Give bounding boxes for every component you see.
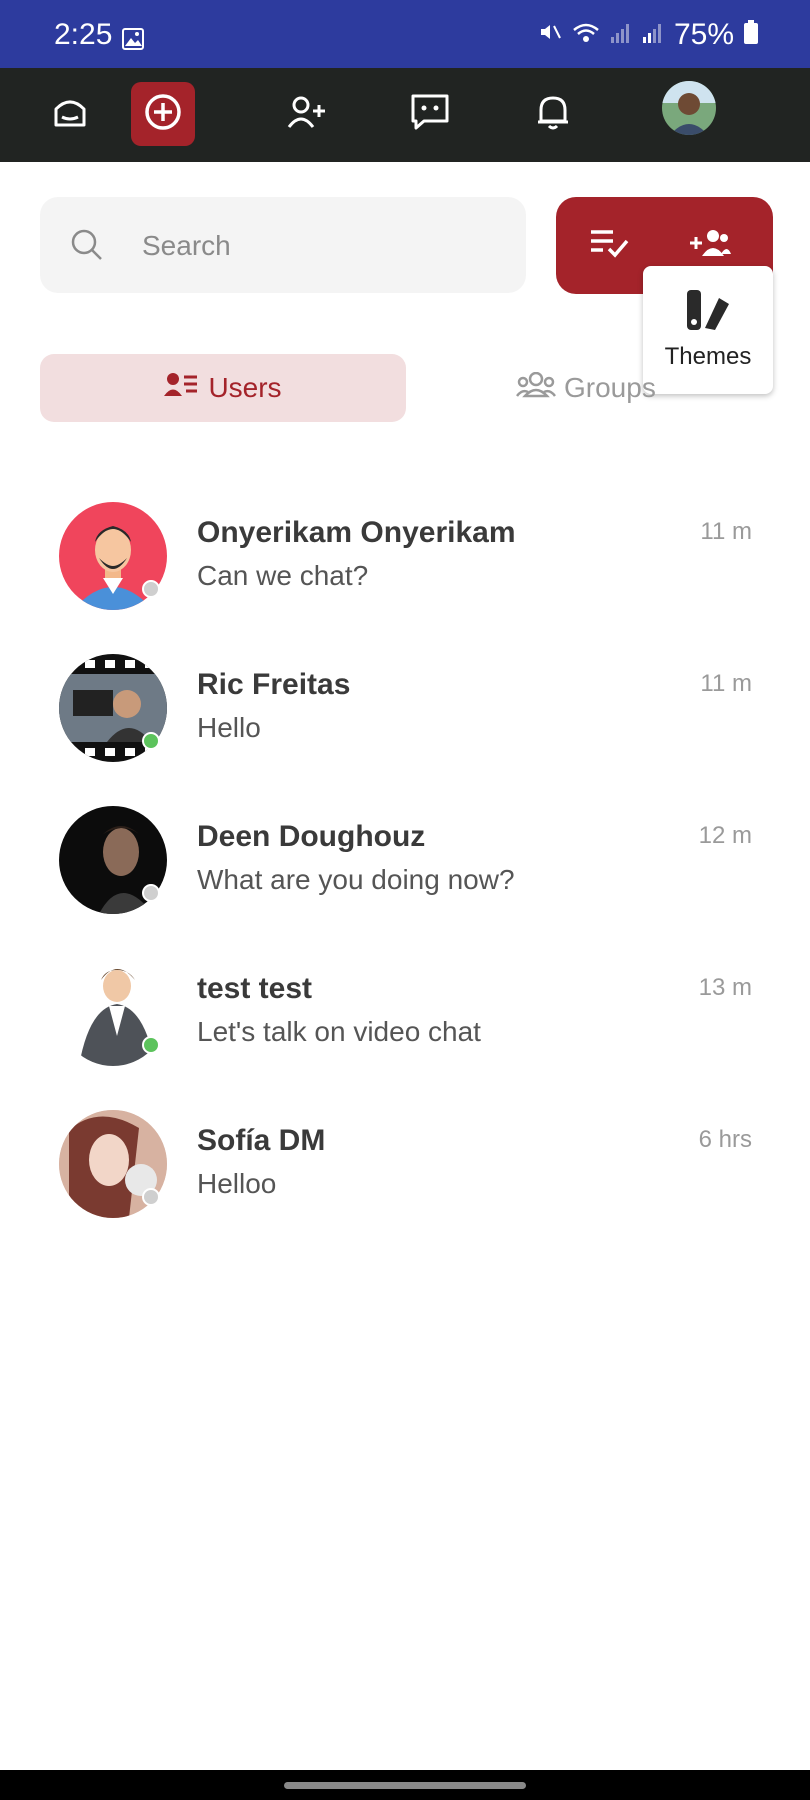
nav-add-user-button[interactable] [275,82,339,146]
profile-avatar[interactable] [662,81,716,135]
chat-time: 6 hrs [698,1126,752,1153]
tab-groups[interactable]: Groups [515,354,656,422]
chat-name: Onyerikam Onyerikam [197,516,516,549]
chat-item[interactable]: Sofía DM Helloo 6 hrs [0,1110,810,1250]
status-indicators: 75% [538,18,758,52]
bell-icon [535,93,571,136]
groups-icon [515,371,557,405]
search-icon [70,228,104,267]
checklist-icon [589,228,631,263]
chat-time: 12 m [698,822,752,849]
chat-item[interactable]: test test Let's talk on video chat 13 m [0,958,810,1098]
chat-name: Sofía DM [197,1124,326,1157]
home-indicator[interactable] [284,1782,526,1789]
themes-label: Themes [664,343,752,370]
create-group-button[interactable] [688,225,732,265]
add-group-icon [689,228,731,263]
battery-level: 75% [673,18,734,51]
battery-icon [744,18,758,52]
status-bar: 2:25 75% [0,0,810,68]
chat-message: What are you doing now? [197,864,515,895]
chat-message: Can we chat? [197,560,369,591]
tab-groups-label: Groups [564,372,656,403]
presence-dot [142,884,160,902]
tab-users[interactable]: Users [40,354,406,422]
mute-icon [538,18,562,52]
add-user-icon [287,95,327,134]
wifi-icon [572,18,600,52]
nav-notifications-button[interactable] [521,82,585,146]
chat-item[interactable]: Ric Freitas Hello 11 m [0,654,810,794]
chat-message: Helloo [197,1168,277,1199]
chat-item[interactable]: Deen Doughouz What are you doing now? 12… [0,806,810,946]
themes-icon [685,288,731,337]
presence-dot [142,732,160,750]
top-nav [0,68,810,162]
chat-time: 11 m [700,670,752,697]
tab-users-label: Users [208,372,282,403]
users-list-icon [164,372,198,405]
plus-circle-icon [143,92,183,137]
search-input[interactable] [140,197,504,295]
select-chats-button[interactable] [588,225,632,265]
nav-create-button[interactable] [131,82,195,146]
chat-time: 11 m [700,518,752,545]
signal-icon [610,18,632,52]
image-notification-icon [122,28,144,50]
chat-message: Hello [197,712,261,743]
presence-dot [142,1036,160,1054]
chat-name: Deen Doughouz [197,820,426,853]
chat-name: test test [197,972,313,1005]
chat-item[interactable]: Onyerikam Onyerikam Can we chat? 11 m [0,502,810,642]
nav-home-button[interactable] [38,82,102,146]
chat-message: Let's talk on video chat [197,1016,481,1047]
chat-time: 13 m [698,974,752,1001]
chat-name: Ric Freitas [197,668,351,701]
presence-dot [142,580,160,598]
search-bar [40,197,526,295]
status-time: 2:25 [54,18,113,51]
message-icon [410,93,450,136]
signal-icon-2 [642,18,664,52]
nav-messages-button[interactable] [398,82,462,146]
home-icon [52,95,88,134]
themes-popover[interactable]: Themes [643,266,773,394]
presence-dot [142,1188,160,1206]
